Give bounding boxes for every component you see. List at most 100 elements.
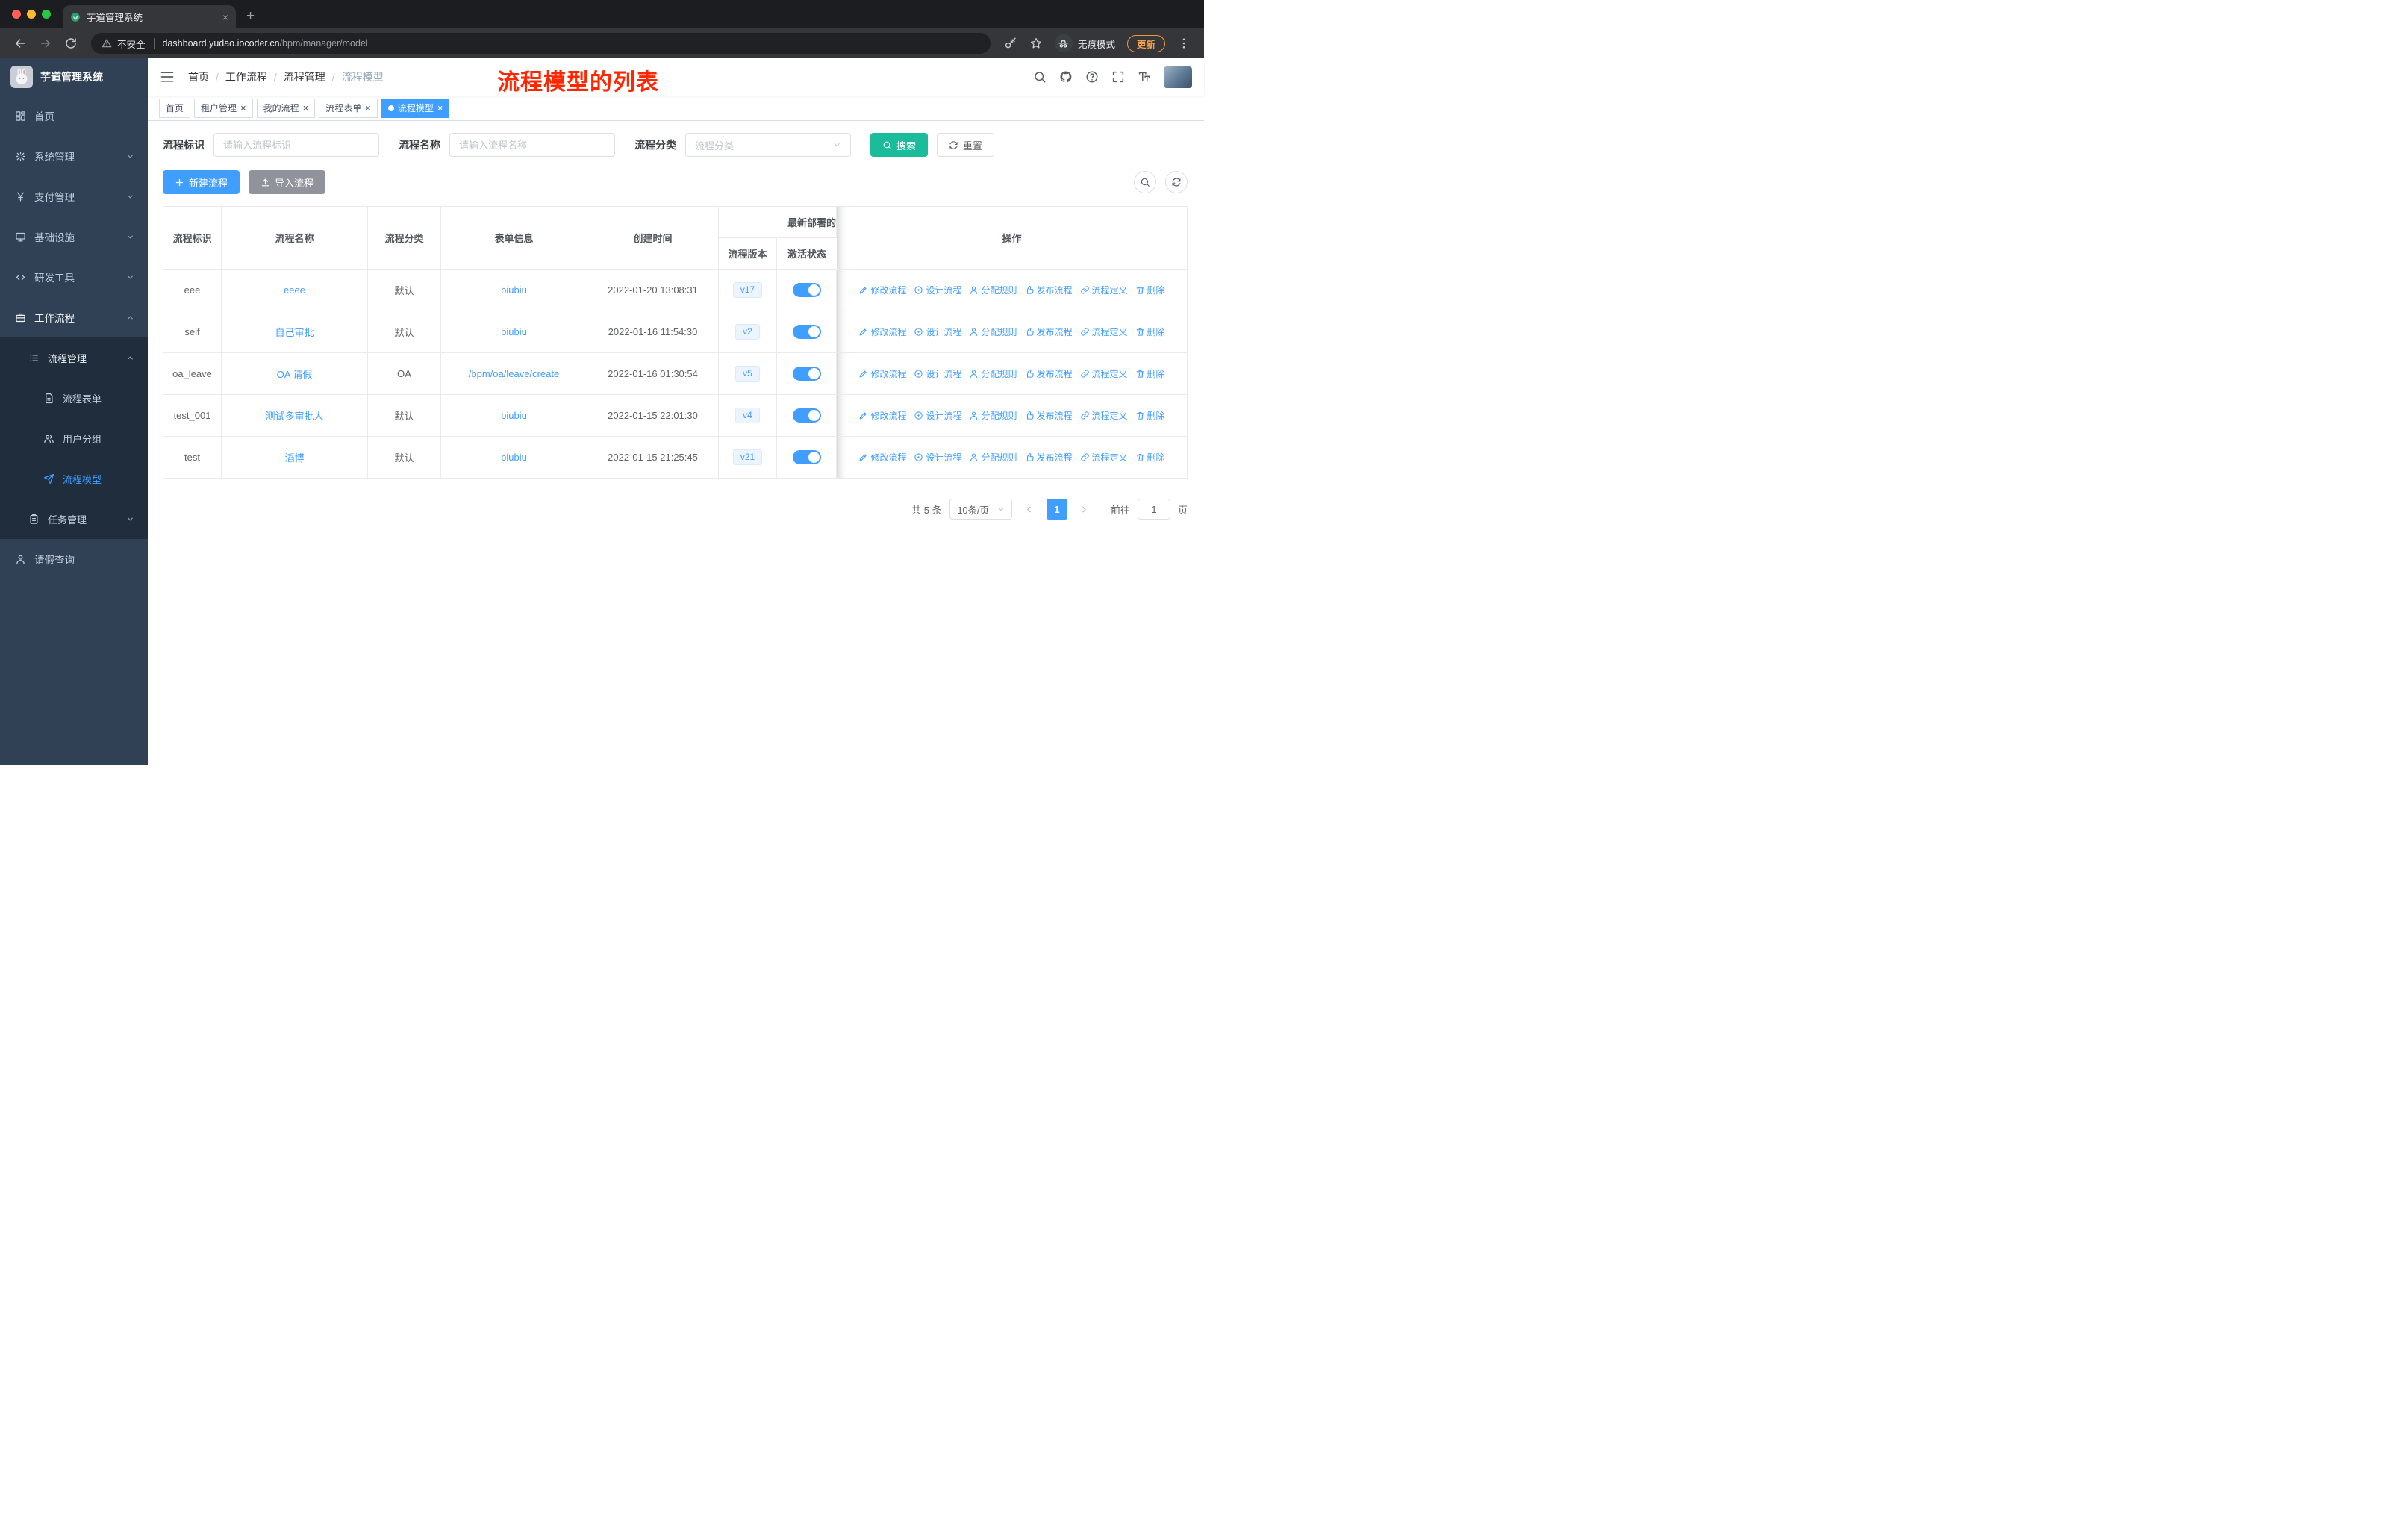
- action-delete-link[interactable]: 删除: [1135, 409, 1165, 422]
- process-name-link[interactable]: 滔博: [284, 452, 304, 464]
- search-button[interactable]: 搜索: [870, 133, 929, 157]
- search-icon[interactable]: [1033, 70, 1047, 84]
- sidebar-item-workflow[interactable]: 工作流程: [0, 297, 148, 337]
- action-define-link[interactable]: 流程定义: [1080, 326, 1128, 338]
- page-number-1[interactable]: 1: [1046, 499, 1067, 520]
- tag-租户管理[interactable]: 租户管理 ×: [194, 98, 253, 118]
- goto-page-input[interactable]: [1137, 499, 1170, 520]
- form-link[interactable]: /bpm/oa/leave/create: [469, 368, 559, 379]
- action-delete-link[interactable]: 删除: [1135, 326, 1165, 338]
- page-size-select[interactable]: 10条/页: [949, 499, 1012, 520]
- key-icon[interactable]: [1004, 37, 1017, 50]
- action-assign-link[interactable]: 分配规则: [969, 367, 1017, 380]
- create-process-button[interactable]: 新建流程: [163, 170, 240, 194]
- action-assign-link[interactable]: 分配规则: [969, 326, 1017, 338]
- sidebar-item-list[interactable]: 流程管理: [0, 337, 148, 378]
- action-publish-link[interactable]: 发布流程: [1025, 326, 1073, 338]
- new-tab-button[interactable]: +: [246, 9, 255, 23]
- action-design-link[interactable]: 设计流程: [914, 451, 961, 464]
- process-name-link[interactable]: OA 请假: [277, 369, 313, 380]
- sidebar-item-person[interactable]: 请假查询: [0, 539, 148, 579]
- star-icon[interactable]: [1029, 37, 1043, 50]
- sidebar-item-users[interactable]: 用户分组: [0, 418, 148, 458]
- sidebar-item-send[interactable]: 流程模型: [0, 458, 148, 499]
- kebab-menu-icon[interactable]: [1177, 37, 1191, 50]
- form-link[interactable]: biubiu: [501, 284, 527, 296]
- tag-流程表单[interactable]: 流程表单 ×: [319, 98, 378, 118]
- action-define-link[interactable]: 流程定义: [1080, 284, 1128, 296]
- status-toggle[interactable]: [792, 325, 821, 339]
- sidebar-item-form[interactable]: 流程表单: [0, 378, 148, 418]
- action-design-link[interactable]: 设计流程: [914, 326, 961, 338]
- form-link[interactable]: biubiu: [501, 452, 527, 463]
- action-assign-link[interactable]: 分配规则: [969, 409, 1017, 422]
- action-delete-link[interactable]: 删除: [1135, 451, 1165, 464]
- tag-首页[interactable]: 首页: [159, 98, 191, 118]
- breadcrumb-item[interactable]: 工作流程: [225, 69, 267, 84]
- action-publish-link[interactable]: 发布流程: [1025, 284, 1073, 296]
- zoom-window-button[interactable]: [42, 10, 51, 19]
- action-publish-link[interactable]: 发布流程: [1025, 451, 1073, 464]
- tag-流程模型[interactable]: 流程模型 ×: [381, 98, 450, 118]
- action-assign-link[interactable]: 分配规则: [969, 451, 1017, 464]
- action-edit-link[interactable]: 修改流程: [858, 326, 906, 338]
- process-name-input[interactable]: [449, 133, 615, 157]
- close-icon[interactable]: ×: [240, 103, 246, 113]
- refresh-table-button[interactable]: [1165, 171, 1188, 193]
- back-icon[interactable]: [13, 37, 27, 50]
- category-select[interactable]: 流程分类: [685, 133, 851, 157]
- status-toggle[interactable]: [792, 367, 821, 381]
- action-edit-link[interactable]: 修改流程: [858, 284, 906, 296]
- action-design-link[interactable]: 设计流程: [914, 284, 961, 296]
- minimize-window-button[interactable]: [27, 10, 36, 19]
- breadcrumb-item[interactable]: 首页: [188, 69, 209, 84]
- status-toggle[interactable]: [792, 408, 821, 423]
- address-bar[interactable]: 不安全 dashboard.yudao.iocoder.cn/bpm/manag…: [91, 33, 991, 54]
- action-edit-link[interactable]: 修改流程: [858, 451, 906, 464]
- close-window-button[interactable]: [12, 10, 21, 19]
- action-define-link[interactable]: 流程定义: [1080, 367, 1128, 380]
- process-name-link[interactable]: eeee: [284, 284, 305, 296]
- sidebar-item-yen[interactable]: 支付管理: [0, 176, 148, 217]
- close-icon[interactable]: ×: [303, 103, 309, 113]
- action-delete-link[interactable]: 删除: [1135, 367, 1165, 380]
- toggle-search-button[interactable]: [1134, 171, 1156, 193]
- tag-我的流程[interactable]: 我的流程 ×: [256, 98, 316, 118]
- action-define-link[interactable]: 流程定义: [1080, 451, 1128, 464]
- user-avatar[interactable]: [1164, 66, 1192, 88]
- close-icon[interactable]: ×: [365, 103, 371, 113]
- sidebar-item-task[interactable]: 任务管理: [0, 499, 148, 539]
- sidebar-item-gear[interactable]: 系统管理: [0, 136, 148, 176]
- font-size-icon[interactable]: [1138, 70, 1151, 84]
- process-key-input[interactable]: [213, 133, 379, 157]
- sidebar-item-infra[interactable]: 基础设施: [0, 217, 148, 257]
- hamburger-icon[interactable]: [160, 69, 175, 84]
- app-logo[interactable]: 芋道管理系统: [0, 58, 148, 96]
- import-process-button[interactable]: 导入流程: [249, 170, 326, 194]
- process-name-link[interactable]: 自己审批: [275, 327, 314, 338]
- action-edit-link[interactable]: 修改流程: [858, 367, 906, 380]
- status-toggle[interactable]: [792, 450, 821, 464]
- reload-icon[interactable]: [64, 37, 78, 50]
- github-icon[interactable]: [1059, 70, 1073, 84]
- fullscreen-icon[interactable]: [1111, 70, 1125, 84]
- tab-close-icon[interactable]: ×: [222, 11, 228, 23]
- help-icon[interactable]: [1085, 70, 1099, 84]
- prev-page-button[interactable]: [1020, 499, 1039, 520]
- reset-button[interactable]: 重置: [937, 133, 995, 157]
- form-link[interactable]: biubiu: [501, 326, 527, 337]
- action-delete-link[interactable]: 删除: [1135, 284, 1165, 296]
- action-design-link[interactable]: 设计流程: [914, 367, 961, 380]
- form-link[interactable]: biubiu: [501, 410, 527, 421]
- action-publish-link[interactable]: 发布流程: [1025, 367, 1073, 380]
- close-icon[interactable]: ×: [437, 103, 443, 113]
- breadcrumb-item[interactable]: 流程管理: [284, 69, 325, 84]
- action-define-link[interactable]: 流程定义: [1080, 409, 1128, 422]
- process-name-link[interactable]: 测试多审批人: [265, 411, 323, 422]
- browser-tab[interactable]: 芋道管理系统 ×: [63, 5, 236, 28]
- action-design-link[interactable]: 设计流程: [914, 409, 961, 422]
- action-edit-link[interactable]: 修改流程: [858, 409, 906, 422]
- sidebar-item-tools[interactable]: 研发工具: [0, 257, 148, 297]
- action-assign-link[interactable]: 分配规则: [969, 284, 1017, 296]
- action-publish-link[interactable]: 发布流程: [1025, 409, 1073, 422]
